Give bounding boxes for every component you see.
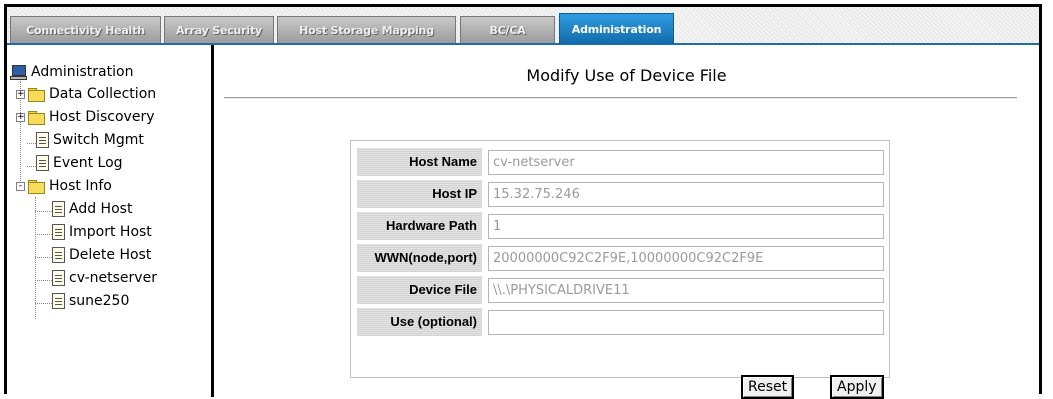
form-row-device-file: Device File <box>357 276 885 304</box>
use-label: Use (optional) <box>357 308 482 336</box>
hardware-path-label: Hardware Path <box>357 212 482 240</box>
sidebar-item-label: Data Collection <box>49 86 157 102</box>
document-icon <box>52 247 65 263</box>
tab-bar: Connectivity Health Array Security Host … <box>7 7 1039 45</box>
tree-connector <box>35 303 52 304</box>
tree-connector <box>27 143 36 144</box>
sidebar-item-import-host[interactable]: Import Host <box>52 222 152 242</box>
reset-button[interactable]: Reset <box>741 375 795 399</box>
document-icon <box>52 201 65 217</box>
document-icon <box>36 132 49 148</box>
sidebar-item-data-collection[interactable]: + Data Collection <box>16 84 156 104</box>
tree-connector <box>27 166 36 167</box>
form-row-use: Use (optional) <box>357 308 885 336</box>
sidebar-item-sune250[interactable]: sune250 <box>52 291 129 311</box>
form-row-host-ip: Host IP <box>357 180 885 208</box>
main-panel: Modify Use of Device File Host Name Host… <box>214 45 1039 399</box>
tab-bcca[interactable]: BC/CA <box>460 16 555 43</box>
open-folder-icon <box>28 179 45 194</box>
tab-administration[interactable]: Administration <box>559 13 674 44</box>
document-icon <box>52 293 65 309</box>
sidebar-item-label: Event Log <box>53 155 123 171</box>
sidebar-item-add-host[interactable]: Add Host <box>52 199 132 219</box>
device-file-form: Host Name Host IP Hardware Path WWN(node… <box>350 140 890 378</box>
title-divider <box>224 97 1017 99</box>
tree-connector <box>35 197 36 319</box>
sidebar-item-switch-mgmt[interactable]: Switch Mgmt <box>36 130 144 150</box>
wwn-field[interactable] <box>488 246 884 271</box>
sidebar-item-label: cv-netserver <box>69 270 157 286</box>
sidebar-item-label: Switch Mgmt <box>53 132 144 148</box>
tab-connectivity-health[interactable]: Connectivity Health <box>10 16 161 43</box>
folder-icon <box>28 110 45 125</box>
host-ip-label: Host IP <box>357 180 482 208</box>
sidebar-item-delete-host[interactable]: Delete Host <box>52 245 151 265</box>
folder-icon <box>28 87 45 102</box>
sidebar-item-label: Host Discovery <box>49 109 155 125</box>
sidebar-item-label: Import Host <box>69 224 152 240</box>
form-row-host-name: Host Name <box>357 148 885 176</box>
tab-host-storage-mapping[interactable]: Host Storage Mapping <box>277 16 456 43</box>
apply-button[interactable]: Apply <box>830 375 884 399</box>
page-title: Modify Use of Device File <box>526 66 727 85</box>
sidebar-item-cv-netserver[interactable]: cv-netserver <box>52 268 157 288</box>
hardware-path-field[interactable] <box>488 214 884 239</box>
tab-array-security[interactable]: Array Security <box>164 16 274 43</box>
device-file-field[interactable] <box>488 278 884 303</box>
expand-icon[interactable]: + <box>16 112 25 122</box>
collapse-icon[interactable]: - <box>16 181 25 191</box>
form-row-hardware-path: Hardware Path <box>357 212 885 240</box>
device-file-label: Device File <box>357 276 482 304</box>
sidebar-item-label: Delete Host <box>69 247 152 263</box>
sidebar-item-host-discovery[interactable]: + Host Discovery <box>16 107 155 127</box>
form-row-wwn: WWN(node,port) <box>357 244 885 272</box>
wwn-label: WWN(node,port) <box>357 244 482 272</box>
expand-icon[interactable]: + <box>16 89 25 99</box>
document-icon <box>36 155 49 171</box>
sidebar-item-event-log[interactable]: Event Log <box>36 153 123 173</box>
host-name-label: Host Name <box>357 148 482 176</box>
tree-connector <box>35 234 52 235</box>
sidebar-item-label: Host Info <box>49 178 112 194</box>
sidebar-item-label: Administration <box>31 64 134 80</box>
app-frame: Connectivity Health Array Security Host … <box>4 4 1042 399</box>
tree-connector <box>35 280 52 281</box>
tree-connector <box>35 211 52 212</box>
host-ip-field[interactable] <box>488 182 884 207</box>
sidebar-item-administration[interactable]: Administration <box>10 62 133 82</box>
sidebar-tree: Administration + Data Collection + Host … <box>7 45 211 397</box>
host-name-field[interactable] <box>488 150 884 175</box>
tree-connector <box>35 257 52 258</box>
sidebar-item-label: Add Host <box>69 201 133 217</box>
use-field[interactable] <box>488 310 884 335</box>
document-icon <box>52 224 65 240</box>
computer-icon <box>10 64 27 80</box>
sidebar-item-label: sune250 <box>69 293 130 309</box>
document-icon <box>52 270 65 286</box>
sidebar-item-host-info[interactable]: - Host Info <box>16 176 112 196</box>
